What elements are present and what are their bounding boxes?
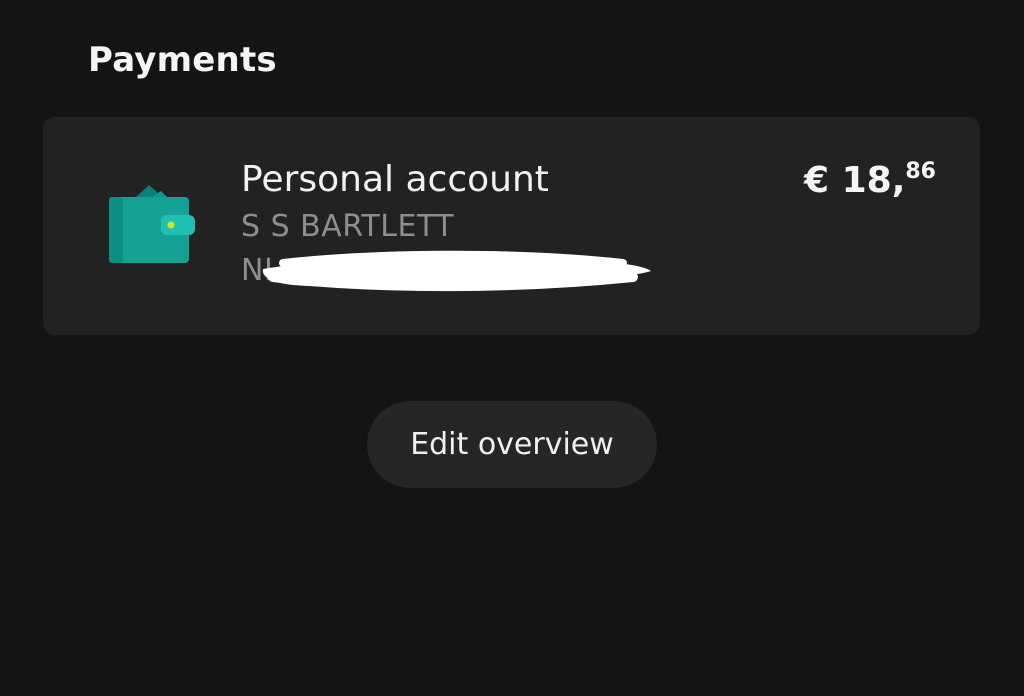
section-title: Payments xyxy=(88,40,277,80)
account-balance: € 18,86 xyxy=(803,159,936,201)
edit-overview-button[interactable]: Edit overview xyxy=(367,401,657,488)
payments-screen: Payments Personal account S S BARTLETT N… xyxy=(0,0,1024,696)
balance-currency: € xyxy=(803,160,830,201)
balance-cents: 86 xyxy=(905,159,936,184)
account-name: Personal account xyxy=(241,159,549,200)
redaction-scribble xyxy=(262,250,651,292)
account-card[interactable]: Personal account S S BARTLETT NL € 18,86 xyxy=(43,117,980,335)
balance-whole: 18 xyxy=(841,160,892,201)
wallet-icon xyxy=(109,185,195,263)
account-holder: S S BARTLETT xyxy=(241,209,455,244)
